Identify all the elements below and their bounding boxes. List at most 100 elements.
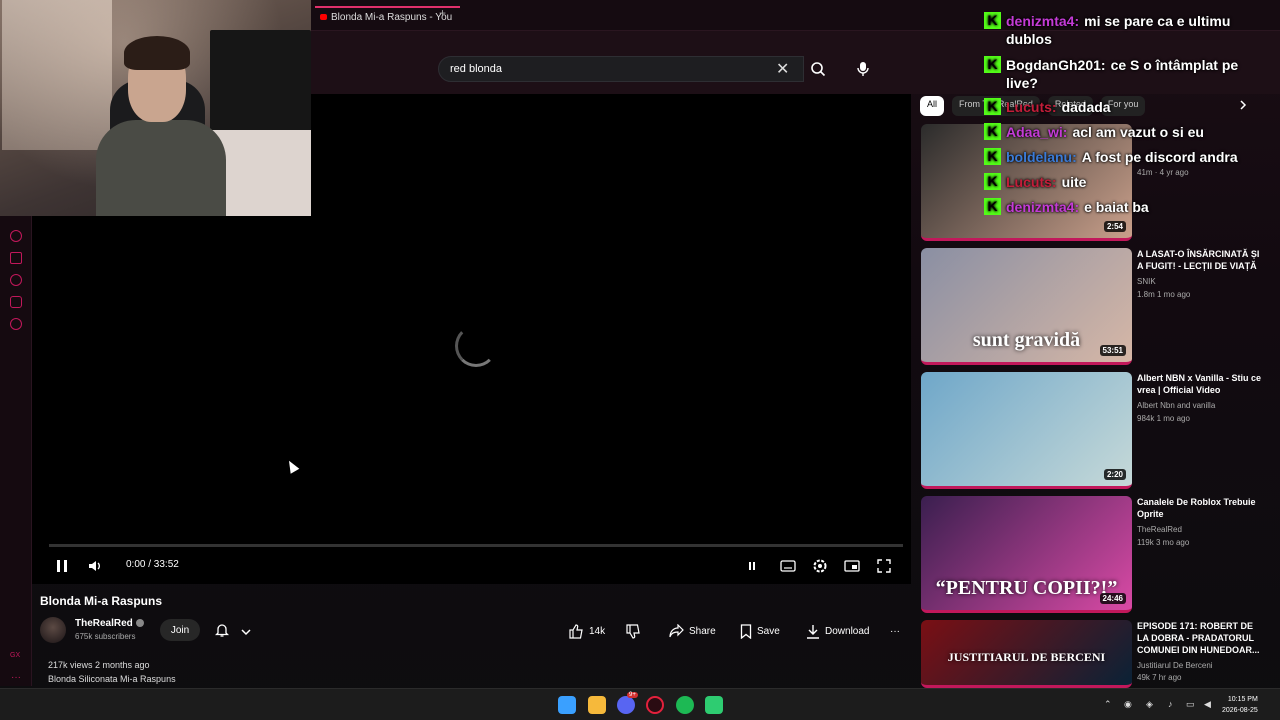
chat-line: Lucuts: dadada [1006, 98, 1111, 116]
dislike-button[interactable] [626, 620, 641, 642]
recommendation-meta: 984k 1 mo ago [1137, 414, 1190, 423]
discord-badge: 9+ [627, 692, 638, 698]
channel-name[interactable]: TheRealRed [75, 618, 144, 629]
recommendation-item[interactable]: 2:20 Albert NBN x Vanilla - Stiu ce vrea … [921, 372, 1271, 490]
speaker-icon[interactable]: ◀ [1204, 699, 1211, 710]
clear-search-icon[interactable]: ✕ [776, 59, 789, 79]
notifications-button[interactable] [214, 622, 230, 643]
recommendation-channel[interactable]: SNIK [1137, 277, 1156, 286]
recommendation-meta: 1.8m 1 mo ago [1137, 290, 1191, 299]
recommendation-channel[interactable]: TheRealRed [1137, 525, 1182, 534]
video-thumbnail[interactable]: 2:20 [921, 372, 1132, 489]
gx-icon[interactable]: GX [10, 652, 20, 659]
subtitles-button[interactable] [778, 556, 798, 576]
video-description[interactable]: Blonda Siliconata Mi-a Raspuns [48, 674, 176, 684]
recommendation-channel[interactable]: Justitiarul De Berceni [1137, 661, 1213, 670]
search-input[interactable]: red blonda [438, 56, 804, 82]
recommendation-title[interactable]: A LASAT-O ÎNSĂRCINATĂ ȘI A FUGIT! - LECȚ… [1137, 248, 1265, 272]
clock-date: 2026-08-25 [1222, 707, 1258, 714]
file-explorer-icon[interactable] [588, 696, 606, 714]
kick-icon: K [984, 173, 1001, 190]
thumbnail-text: sunt gravidă [972, 329, 1081, 351]
tray-app-icon[interactable]: ◈ [1146, 699, 1153, 710]
miniplayer-icon [844, 560, 860, 572]
video-thumbnail[interactable]: sunt gravidă 53:51 [921, 248, 1132, 365]
like-count: 14k [589, 625, 606, 637]
chat-message: K Lucuts: dadada [984, 98, 1268, 116]
time-display: 0:00 / 33:52 [126, 559, 179, 570]
chapters-button[interactable] [742, 556, 762, 576]
microphone-tray-icon[interactable]: ♪ [1168, 699, 1173, 709]
video-title: Blonda Mi-a Raspuns [40, 594, 163, 608]
chat-line: Adaa_wi: acl am vazut o si eu [1006, 123, 1204, 141]
chat-message: K BogdanGh201: ce S o întâmplat pe live? [984, 56, 1268, 92]
download-button[interactable]: Download [806, 620, 869, 642]
voice-search-button[interactable] [853, 59, 873, 79]
volume-button[interactable] [85, 556, 105, 576]
player-icon[interactable] [10, 230, 22, 242]
extensions-icon[interactable] [10, 296, 22, 308]
duration-badge: 2:20 [1103, 469, 1126, 480]
volume-icon [89, 561, 100, 571]
miniplayer-button[interactable] [842, 556, 862, 576]
recommendation-channel[interactable]: Albert Nbn and vanilla [1137, 401, 1215, 410]
join-button[interactable]: Join [160, 619, 200, 641]
tray-discord-icon[interactable]: ◉ [1124, 699, 1132, 710]
subscription-options-button[interactable] [240, 624, 252, 642]
share-button[interactable]: Share [669, 620, 716, 642]
more-actions-button[interactable]: ··· [890, 620, 900, 642]
pin-icon[interactable] [10, 252, 22, 264]
webcam-person-body [96, 120, 226, 216]
duration-badge: 2:54 [1103, 221, 1126, 232]
fullscreen-button[interactable] [874, 556, 894, 576]
chat-text: acl am vazut o si eu [1072, 124, 1204, 140]
video-thumbnail[interactable]: JUSTITIARUL DE BERCENI [921, 620, 1132, 688]
discord-icon[interactable] [617, 696, 635, 714]
chat-message: K Lucuts: uite [984, 173, 1268, 191]
recommendation-meta: 119k 3 mo ago [1137, 538, 1190, 547]
thumbs-up-icon [569, 623, 583, 639]
recommendation-title[interactable]: EPISODE 171: ROBERT DE LA DOBRA - PRADAT… [1137, 620, 1265, 656]
verified-icon [135, 619, 144, 628]
kick-icon: K [984, 148, 1001, 165]
tray-chevron-icon[interactable]: ⌃ [1104, 699, 1112, 710]
spotify-icon[interactable] [676, 696, 694, 714]
chip-all[interactable]: All [920, 96, 945, 116]
clock[interactable]: 10:15 PM 2026-08-25 [1222, 694, 1258, 716]
app-icon[interactable] [705, 696, 723, 714]
chat-username: boldelanu: [1006, 149, 1077, 165]
subtitles-icon [780, 560, 796, 572]
channel-avatar[interactable] [40, 617, 66, 643]
start-icon[interactable] [558, 696, 576, 714]
recommendation-title[interactable]: Canalele De Roblox Trebuie Oprite [1137, 496, 1265, 520]
history-icon[interactable] [10, 274, 22, 286]
recommendation-item[interactable]: sunt gravidă 53:51 A LASAT-O ÎNSĂRCINATĂ Ș… [921, 248, 1271, 366]
duration-badge: 24:46 [1099, 593, 1126, 604]
more-icon[interactable]: ··· [11, 672, 21, 683]
screen: Blonda Mi-a Raspuns - You + red blonda ✕… [0, 0, 1280, 720]
network-icon[interactable]: ▭ [1186, 699, 1195, 710]
recommendation-title[interactable]: Albert NBN x Vanilla - Stiu ce vrea | Of… [1137, 372, 1265, 396]
settings-button[interactable] [810, 556, 830, 576]
progress-bar[interactable] [49, 544, 903, 547]
chat-username: Adaa_wi: [1006, 124, 1068, 140]
view-count: 217k views 2 months ago [48, 660, 150, 670]
new-tab-button[interactable]: + [439, 6, 446, 20]
settings-icon[interactable] [10, 318, 22, 330]
video-thumbnail[interactable]: “PENTRU COPII?!” 24:46 [921, 496, 1132, 613]
save-label: Save [757, 625, 780, 637]
kick-icon: K [984, 98, 1001, 115]
chat-username: Lucuts: [1006, 99, 1057, 115]
bookmark-icon [740, 623, 752, 639]
loading-spinner-icon [455, 325, 497, 367]
pause-button[interactable] [52, 556, 72, 576]
chat-message: Kdenizmta4: e baiat ba [984, 198, 1268, 216]
search-button[interactable] [804, 56, 832, 82]
recommendation-item[interactable]: “PENTRU COPII?!” 24:46 Canalele De Roblox … [921, 496, 1271, 614]
pause-icon [57, 560, 67, 572]
opera-gx-icon[interactable] [646, 696, 664, 714]
fullscreen-icon [877, 559, 891, 573]
like-button[interactable]: 14k [569, 620, 605, 642]
channel-name-text: TheRealRed [75, 618, 133, 629]
save-button[interactable]: Save [740, 620, 780, 642]
